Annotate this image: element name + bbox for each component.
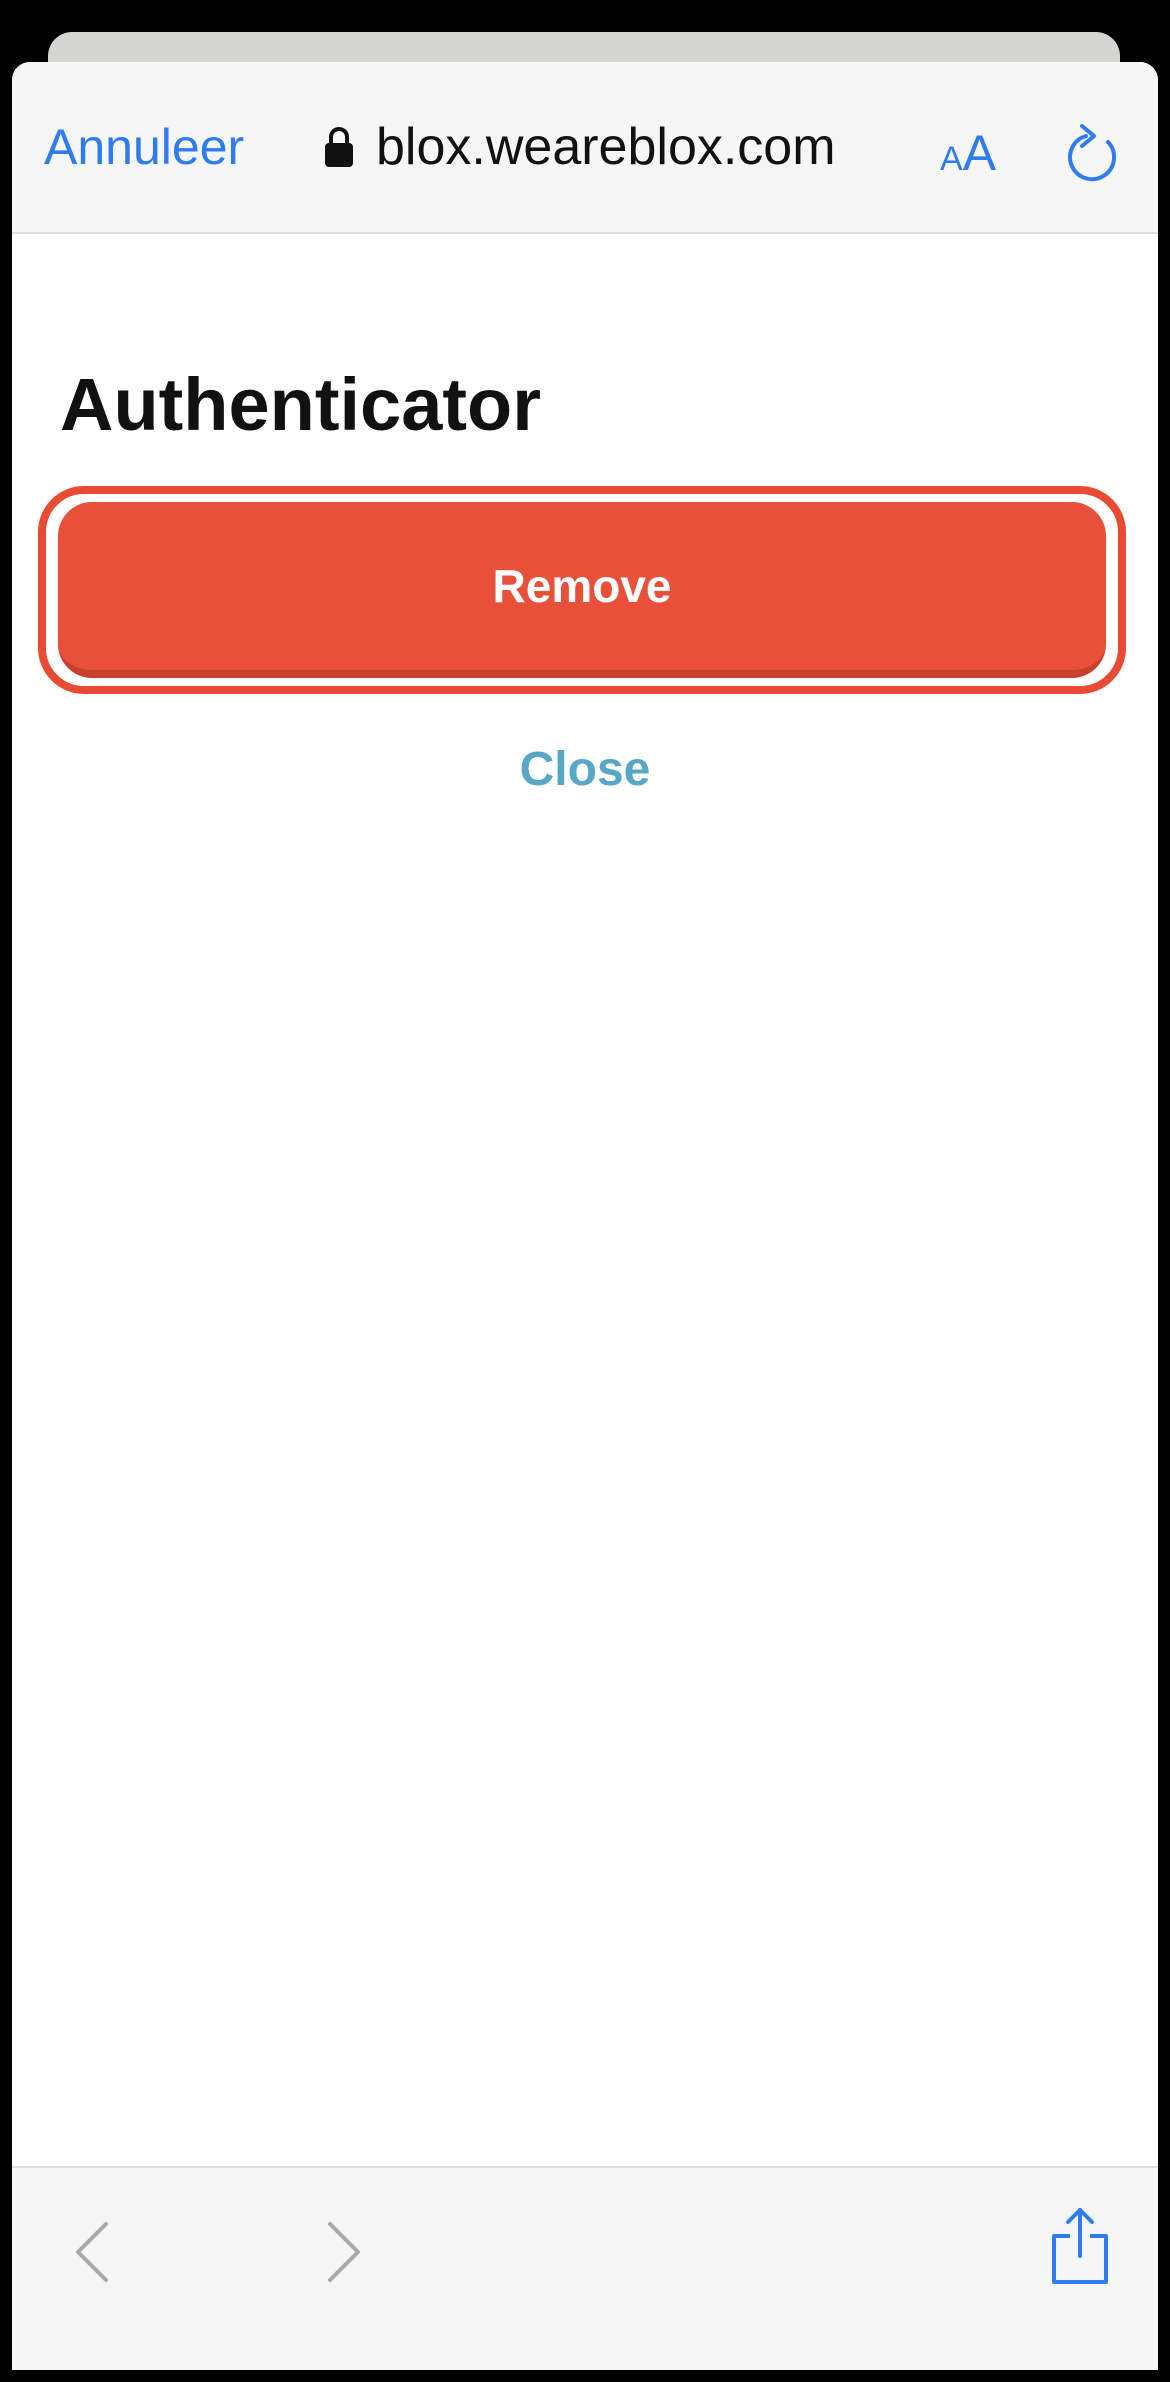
chevron-left-icon[interactable]	[72, 2220, 112, 2284]
close-button[interactable]: Close	[12, 742, 1158, 797]
text-size-button[interactable]: A A	[940, 124, 996, 182]
text-size-big-label: A	[962, 125, 997, 181]
share-icon[interactable]	[1048, 2206, 1112, 2286]
browser-sheet: Annuleer blox.weareblox.com A A Authenti…	[12, 62, 1158, 2370]
browser-top-bar: Annuleer blox.weareblox.com A A	[12, 62, 1158, 234]
browser-bottom-bar	[12, 2166, 1158, 2370]
text-size-small-label: A	[940, 140, 963, 178]
reload-icon[interactable]	[1064, 122, 1122, 184]
remove-button[interactable]: Remove	[58, 502, 1106, 678]
address-bar[interactable]: blox.weareblox.com	[324, 114, 836, 180]
chevron-right-icon[interactable]	[324, 2220, 364, 2284]
cancel-button[interactable]: Annuleer	[44, 118, 244, 176]
url-text: blox.weareblox.com	[376, 118, 836, 176]
lock-icon	[325, 127, 353, 167]
page-title: Authenticator	[60, 363, 541, 446]
